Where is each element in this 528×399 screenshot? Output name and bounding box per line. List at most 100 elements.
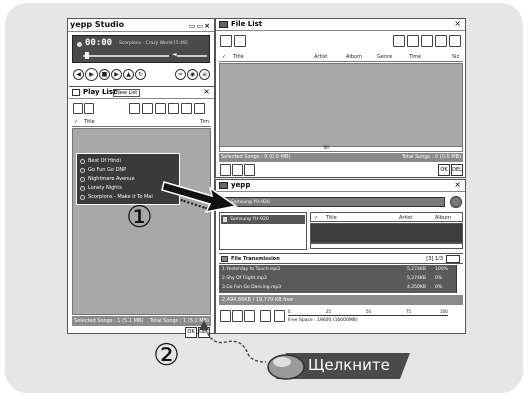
previous-button[interactable]: ◀: [73, 69, 84, 80]
player-display: 00:00 Scorpions - Crazy World [5:49] ◄: [72, 35, 210, 63]
repeat-button[interactable]: ↻: [135, 69, 146, 80]
filelist-col-time[interactable]: Time: [409, 52, 421, 62]
list-item-title: Nightmare Avenue: [88, 176, 135, 182]
yepp-capacity-status: 2,494.86KB / 19,779 KB free: [219, 295, 463, 305]
eq-button[interactable]: ≡: [199, 69, 210, 80]
music-note-icon: [80, 195, 85, 200]
transfer-row[interactable]: 2.Shy Of Flight.mp3 5,274KB 0%: [219, 275, 455, 283]
filelist-col-size[interactable]: Siz: [452, 52, 459, 62]
playlist-edit-button[interactable]: [142, 103, 153, 114]
studio-window-buttons[interactable]: ▭▭×: [189, 20, 211, 32]
seek-handle[interactable]: [85, 52, 89, 59]
click-hint-badge: Щелкните: [262, 345, 412, 381]
playlist-status: Selected Songs : 1 (5.1 MB) Total Songs …: [72, 316, 211, 326]
transfer-row-size: 5,274KB: [407, 276, 426, 281]
playlist-new-button[interactable]: [73, 103, 83, 114]
volume-icon: ◄: [172, 51, 177, 58]
playlist-header: ✓ Title Tim: [72, 117, 211, 127]
filelist-ok-button[interactable]: OK: [438, 164, 450, 176]
playlist-up-button[interactable]: [168, 103, 179, 114]
yepp-device-bar: Samsung YH-920: [219, 197, 445, 207]
gauge-scale-75: 75: [406, 309, 412, 314]
filelist-copy-button[interactable]: [421, 35, 433, 47]
filelist-scroll-mark: IIII: [324, 145, 329, 150]
yepp-free-space: Free Space : 19600 (16000MB): [288, 318, 358, 323]
filelist-area: [219, 63, 463, 147]
filelist-window: File List × ✓ Title Artist Album Genre T…: [215, 18, 466, 178]
playlist-tab[interactable]: New List: [113, 89, 141, 97]
music-note-icon: [80, 177, 85, 182]
transfer-row[interactable]: 1.Yesterday to Touch.mp3 5,274KB 100%: [219, 266, 455, 274]
drag-arrow: [161, 181, 238, 214]
transfer-scrollbar[interactable]: [456, 265, 463, 293]
filelist-add-button[interactable]: [393, 35, 405, 47]
seek-slider[interactable]: [83, 55, 169, 57]
filelist-close-icon[interactable]: ×: [454, 19, 461, 28]
list-item-title: Go Fun Go DNP: [88, 167, 127, 173]
transfer-row-size: 4,250KB: [407, 285, 426, 290]
filelist-icon: [219, 21, 228, 28]
transfer-row-pct: 0%: [435, 276, 443, 281]
yepp-col-title[interactable]: Title: [326, 213, 337, 223]
click-pointer-arrowhead: [199, 320, 209, 330]
filelist-del-button[interactable]: DEL: [451, 164, 463, 176]
playlist-close-icon[interactable]: ×: [203, 87, 210, 96]
yepp-col-check[interactable]: ✓: [314, 213, 318, 223]
next-button[interactable]: ▶: [111, 69, 122, 80]
eject-button[interactable]: ▲: [123, 69, 134, 80]
step-two-label: ②: [153, 338, 180, 373]
yepp-refresh-icon[interactable]: [450, 196, 462, 208]
filelist-col-album[interactable]: Album: [346, 52, 362, 62]
filelist-col-genre[interactable]: Genre: [377, 52, 392, 62]
transfer-cancel-button[interactable]: [446, 255, 460, 263]
filelist-status-right: Total Songs : 0 (0.0 MB): [401, 154, 461, 160]
transfer-header: File Transmission [3] 1/3: [219, 253, 463, 264]
filelist-status-left: Selected Songs : 0 (0.0 MB): [221, 154, 291, 160]
filelist-edit-button[interactable]: [407, 35, 419, 47]
filelist-delete-button[interactable]: [449, 35, 461, 47]
yepp-list-scrollbar[interactable]: [310, 243, 463, 249]
playlist-header-title[interactable]: Title: [84, 117, 95, 127]
transfer-icon: [221, 256, 228, 262]
list-item-title: Best Of Hindi: [88, 158, 121, 164]
playlist-save-button[interactable]: [155, 103, 166, 114]
gauge-scale-25: 25: [326, 309, 332, 314]
playlist-header-time[interactable]: Tim: [200, 117, 209, 127]
shuffle-button[interactable]: ≈: [175, 69, 186, 80]
gauge-line: [288, 315, 448, 316]
filelist-col-check[interactable]: ✓: [222, 52, 226, 62]
play-button[interactable]: ▶: [85, 68, 98, 81]
filelist-info-button[interactable]: [244, 164, 255, 176]
filelist-up-button[interactable]: [234, 35, 246, 47]
yepp-col-album[interactable]: Album: [435, 213, 451, 223]
click-hint-label: Щелкните: [308, 356, 390, 374]
playlist-down-button[interactable]: [181, 103, 192, 114]
transfer-counter: [3] 1/3: [426, 256, 443, 262]
filelist-scrollbar[interactable]: IIII: [219, 145, 463, 152]
filelist-back-button[interactable]: [220, 35, 232, 47]
volume-slider[interactable]: [177, 55, 207, 57]
transfer-row-name: 1.Yesterday to Touch.mp3: [222, 267, 280, 272]
transfer-row-size: 5,274KB: [407, 267, 426, 272]
studio-title: yepp Studio: [70, 20, 125, 29]
filelist-col-artist[interactable]: Artist: [314, 52, 327, 62]
stop-button[interactable]: ■: [99, 69, 110, 80]
playlist-icon: [72, 89, 80, 96]
playlist-titlebar: Play List New List ×: [69, 87, 214, 99]
list-item[interactable]: Best Of Hindi: [80, 157, 178, 166]
playlist-open-button[interactable]: [84, 103, 94, 114]
yepp-close-icon[interactable]: ×: [454, 180, 461, 189]
filelist-col-title[interactable]: Title: [233, 52, 244, 62]
yepp-list-header: ✓ Title Artist Album: [310, 212, 463, 222]
transfer-row[interactable]: 3.Go Fun Go Dancing.mp3 4,250KB 0%: [219, 284, 455, 292]
transfer-row-name: 2.Shy Of Flight.mp3: [222, 276, 267, 281]
playlist-add-button[interactable]: [129, 103, 140, 114]
mode-button[interactable]: ◉: [187, 69, 198, 80]
yepp-list-area: [310, 223, 463, 243]
playlist-header-check[interactable]: ✓: [74, 117, 78, 127]
music-note-icon: [80, 186, 85, 191]
transfer-list: 1.Yesterday to Touch.mp3 5,274KB 100% 2.…: [219, 265, 463, 293]
yepp-col-artist[interactable]: Artist: [399, 213, 412, 223]
filelist-view-button[interactable]: [435, 35, 447, 47]
playlist-remove-button[interactable]: [194, 103, 205, 114]
